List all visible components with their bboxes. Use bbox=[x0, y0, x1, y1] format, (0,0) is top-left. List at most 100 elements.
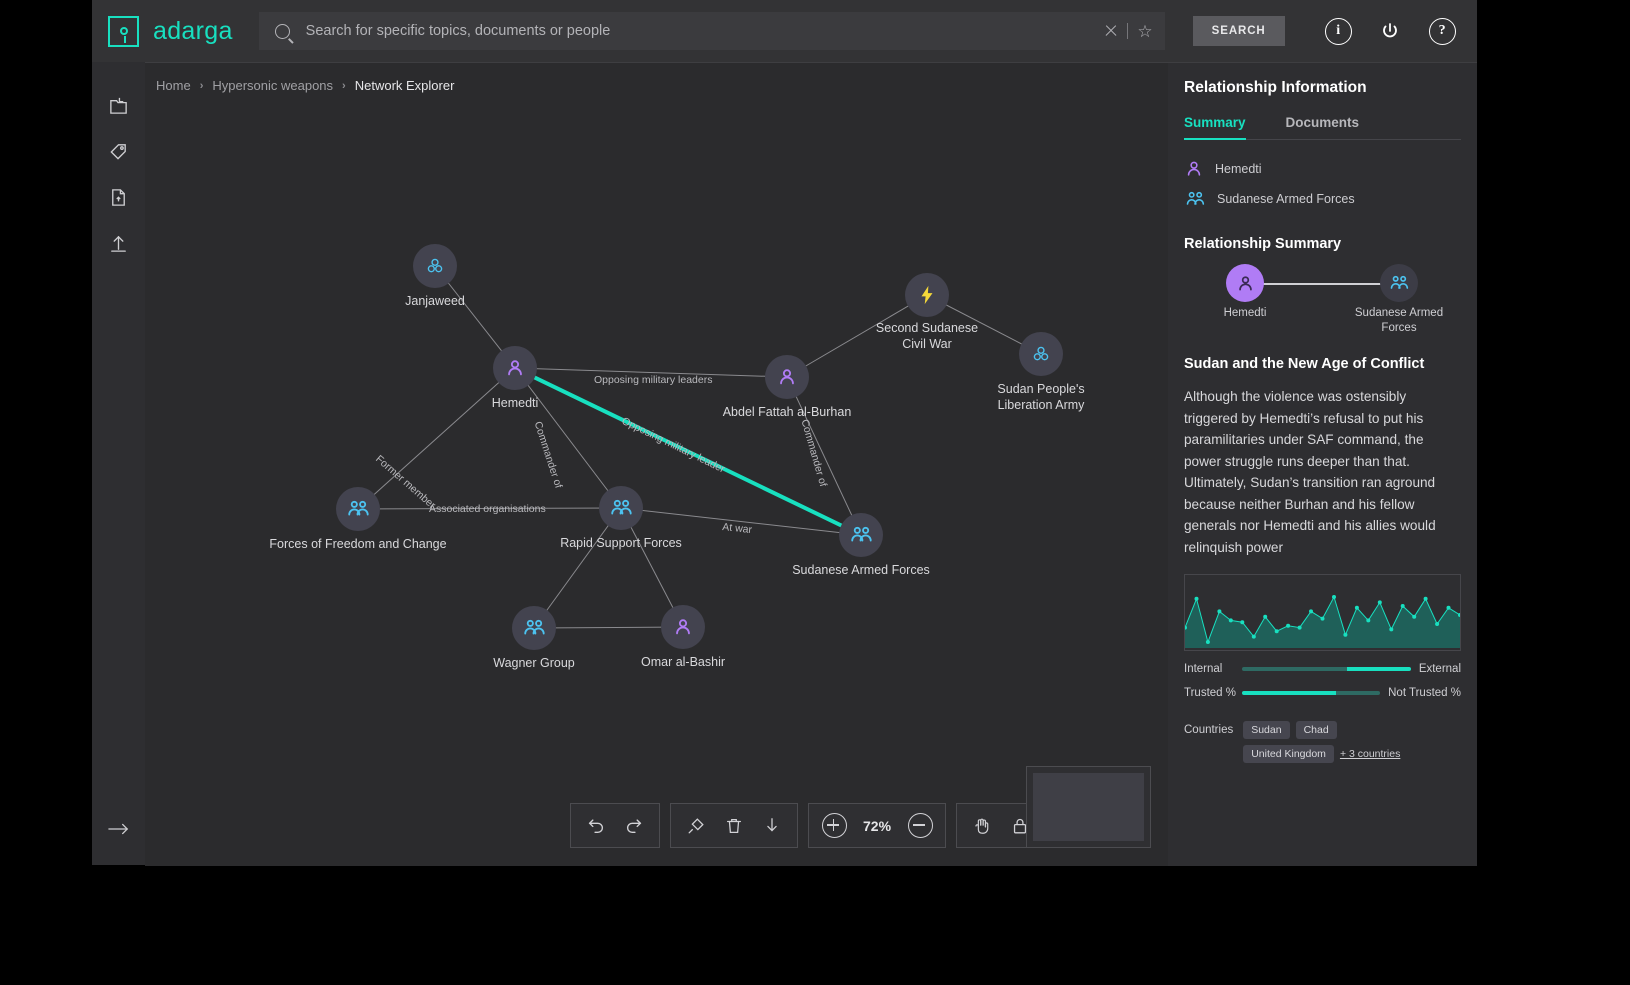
metric-bar[interactable] bbox=[1242, 691, 1381, 695]
close-icon[interactable] bbox=[1104, 24, 1118, 38]
entity-row-group[interactable]: Sudanese Armed Forces bbox=[1184, 184, 1477, 214]
graph-node-janjaweed[interactable] bbox=[413, 244, 457, 288]
country-tag[interactable]: United Kingdom bbox=[1243, 745, 1334, 763]
metric-right-label: External bbox=[1418, 663, 1461, 675]
countries-section: Countries Sudan Chad United Kingdom + 3 cou… bbox=[1184, 721, 1461, 763]
sparkline-point bbox=[1240, 620, 1245, 625]
info-icon[interactable]: i bbox=[1324, 17, 1352, 45]
sparkline-point bbox=[1343, 632, 1348, 637]
avatar-right[interactable] bbox=[1380, 264, 1418, 302]
countries-more-link[interactable]: + 3 countries bbox=[1340, 748, 1400, 760]
sparkline-point bbox=[1309, 609, 1313, 614]
graph-node-ffc[interactable] bbox=[336, 487, 380, 531]
country-tag[interactable]: Sudan bbox=[1243, 721, 1290, 739]
metric-bar-right bbox=[1346, 667, 1411, 671]
document-upload-icon[interactable] bbox=[92, 174, 145, 220]
edit-group bbox=[670, 803, 798, 848]
graph-node-hemedti[interactable] bbox=[493, 346, 537, 390]
graph-node-spla[interactable] bbox=[1019, 332, 1063, 376]
minimap-viewport[interactable] bbox=[1033, 773, 1144, 841]
sparkline-point bbox=[1297, 625, 1302, 630]
graph-node-label: Janjaweed bbox=[405, 294, 465, 308]
metric-bar[interactable] bbox=[1242, 667, 1411, 671]
star-icon[interactable]: ☆ bbox=[1137, 23, 1152, 40]
activity-sparkline-chart bbox=[1184, 574, 1461, 651]
country-tag[interactable]: Chad bbox=[1295, 721, 1337, 739]
redo-icon[interactable] bbox=[617, 809, 651, 843]
trash-icon[interactable] bbox=[717, 809, 751, 843]
avatar-right-label: Sudanese Armed Forces bbox=[1354, 307, 1444, 334]
metric-bar-right bbox=[1335, 691, 1381, 695]
zoom-group: 72% bbox=[808, 803, 947, 848]
pin-glyph bbox=[119, 27, 128, 43]
tab-summary[interactable]: Summary bbox=[1184, 115, 1246, 140]
graph-nodes: Janjaweed Hemedti Abdel Fattah al-Burhan bbox=[145, 63, 1168, 866]
search-button[interactable]: SEARCH bbox=[1192, 16, 1285, 46]
group-icon bbox=[1390, 275, 1409, 289]
sparkline-point bbox=[1263, 614, 1268, 619]
graph-edge-label: Associated organisations bbox=[429, 503, 546, 515]
metric-trusted: Trusted % Not Trusted % bbox=[1184, 687, 1461, 699]
entity-label: Hemedti bbox=[1215, 162, 1262, 176]
app-header: adarga ☆ SEARCH i ? bbox=[92, 0, 1477, 62]
entity-row-person[interactable]: Hemedti bbox=[1184, 154, 1477, 184]
graph-node-bashir[interactable] bbox=[661, 605, 705, 649]
arrow-right-icon[interactable] bbox=[92, 815, 145, 843]
graph-node-label: Sudanese Armed Forces bbox=[792, 563, 930, 577]
download-icon[interactable] bbox=[755, 809, 789, 843]
person-icon bbox=[1187, 161, 1201, 176]
metric-bar-left bbox=[1242, 667, 1347, 671]
tag-icon[interactable] bbox=[92, 128, 145, 174]
upload-icon[interactable] bbox=[92, 220, 145, 266]
zoom-in-icon[interactable] bbox=[817, 809, 851, 843]
power-icon[interactable] bbox=[1378, 19, 1403, 44]
location-pin-icon[interactable] bbox=[108, 15, 139, 47]
graph-node-saf[interactable] bbox=[839, 513, 883, 557]
sparkline-point bbox=[1205, 640, 1210, 644]
sparkline-point bbox=[1412, 614, 1417, 619]
metric-internal-external: Internal External bbox=[1184, 663, 1461, 675]
graph-node-label: Rapid Support Forces bbox=[560, 536, 682, 550]
graph-node-label: Hemedti bbox=[491, 396, 539, 410]
tab-documents[interactable]: Documents bbox=[1286, 115, 1360, 130]
hand-icon[interactable] bbox=[965, 809, 999, 843]
relationship-diagram: Hemedti Sudanese Armed Forces bbox=[1168, 264, 1477, 350]
graph-edge-label: Former member bbox=[373, 453, 438, 512]
sparkline-point bbox=[1366, 618, 1371, 623]
graph-node-burhan[interactable] bbox=[765, 355, 809, 399]
left-sidebar bbox=[92, 62, 145, 865]
search-input[interactable] bbox=[303, 22, 1105, 40]
undo-icon[interactable] bbox=[579, 809, 613, 843]
help-icon[interactable]: ? bbox=[1428, 17, 1456, 45]
sparkline-point bbox=[1251, 634, 1256, 639]
metric-left-label: Internal bbox=[1184, 663, 1223, 675]
sparkline-point bbox=[1194, 596, 1199, 601]
app-window: adarga ☆ SEARCH i ? bbox=[92, 0, 1477, 866]
sparkline-point bbox=[1286, 623, 1291, 628]
sparkline-point bbox=[1446, 605, 1451, 610]
graph-node-civil-war[interactable] bbox=[905, 273, 949, 317]
sparkline-point bbox=[1354, 605, 1359, 610]
graph-edge-label: Commander of bbox=[531, 420, 565, 490]
minimap[interactable] bbox=[1026, 766, 1151, 848]
graph-node-label: Sudan People's Liberation Army bbox=[997, 382, 1085, 412]
metric-bar-left bbox=[1242, 691, 1336, 695]
graph-node-label: Omar al-Bashir bbox=[640, 655, 726, 669]
metric-left-label: Trusted % bbox=[1184, 687, 1236, 699]
graph-node-rsf[interactable] bbox=[599, 486, 643, 530]
relationship-summary-heading: Relationship Summary bbox=[1184, 236, 1342, 252]
sparkline-point bbox=[1400, 604, 1405, 608]
graph-node-label: Second Sudanese Civil War bbox=[875, 321, 979, 351]
zoom-out-icon[interactable] bbox=[903, 809, 937, 843]
sparkline-point bbox=[1217, 609, 1222, 614]
folder-icon[interactable] bbox=[92, 82, 145, 128]
search-icon bbox=[274, 23, 290, 39]
network-explorer-canvas[interactable]: Home › Hypersonic weapons › Network Expl… bbox=[145, 62, 1168, 866]
article-title: Sudan and the New Age of Conflict bbox=[1184, 356, 1425, 372]
sparkline-point bbox=[1274, 629, 1279, 634]
pin-icon[interactable] bbox=[679, 809, 713, 843]
metric-right-label: Not Trusted % bbox=[1388, 687, 1461, 699]
graph-node-wagner[interactable] bbox=[512, 606, 556, 650]
search-bar[interactable]: ☆ bbox=[258, 12, 1165, 50]
avatar-left[interactable] bbox=[1226, 264, 1264, 302]
